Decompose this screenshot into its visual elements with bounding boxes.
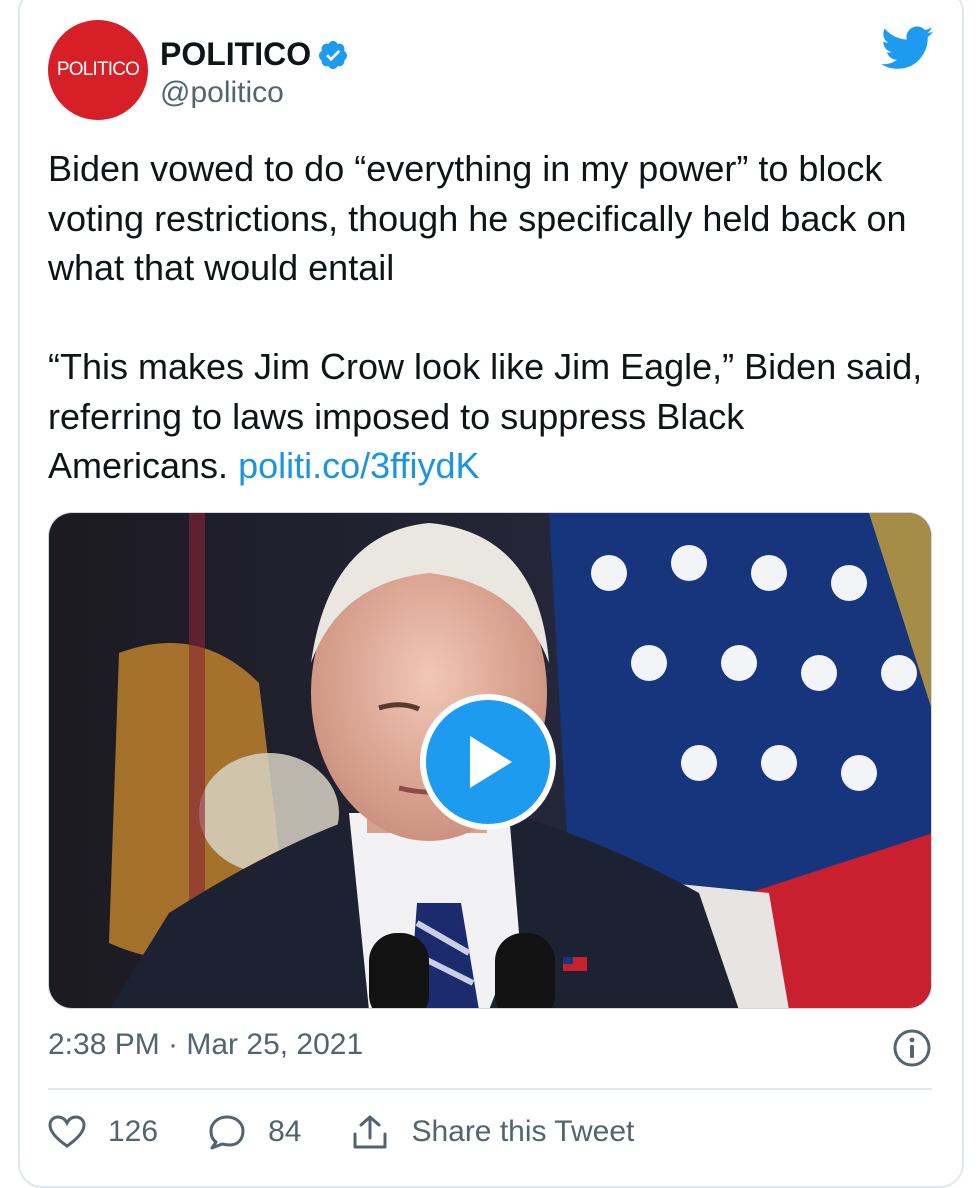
info-icon[interactable] — [892, 1028, 932, 1068]
play-icon — [470, 736, 512, 788]
tweet-paragraph-2-text: “This makes Jim Crow look like Jim Eagle… — [48, 346, 923, 486]
heart-icon — [48, 1115, 86, 1148]
handle[interactable]: @politico — [160, 76, 284, 110]
like-count: 126 — [108, 1115, 159, 1148]
reply-bubble-icon — [209, 1115, 245, 1150]
share-action[interactable]: Share this Tweet — [351, 1114, 634, 1150]
tweet-paragraph-1: Biden vowed to do “everything in my powe… — [48, 148, 907, 288]
avatar-logo-text: POLITICO — [56, 59, 140, 80]
share-icon — [353, 1115, 387, 1149]
display-name[interactable]: POLITICO — [160, 36, 311, 73]
reply-action[interactable]: 84 — [208, 1114, 301, 1150]
author-name-row[interactable]: POLITICO — [160, 36, 349, 73]
play-button[interactable] — [420, 694, 556, 830]
reply-count: 84 — [268, 1115, 302, 1148]
avatar[interactable]: POLITICO — [48, 20, 148, 120]
twitter-bird-icon[interactable] — [882, 26, 934, 70]
tweet-link[interactable]: politi.co/3ffiydK — [238, 445, 479, 486]
verified-badge-icon — [319, 40, 348, 69]
tweet-timestamp[interactable]: 2:38 PM · Mar 25, 2021 — [48, 1028, 363, 1062]
action-bar: 126 84 Share this Tweet — [48, 1110, 684, 1154]
share-label: Share this Tweet — [411, 1115, 635, 1148]
tweet-paragraph-2: “This makes Jim Crow look like Jim Eagle… — [48, 342, 928, 491]
tweet-text: Biden vowed to do “everything in my powe… — [48, 144, 928, 491]
divider — [48, 1088, 932, 1090]
like-action[interactable]: 126 — [48, 1115, 158, 1149]
